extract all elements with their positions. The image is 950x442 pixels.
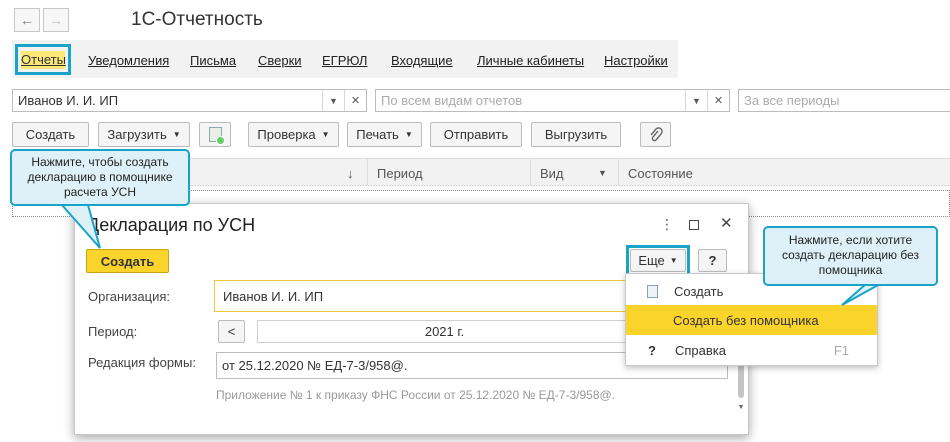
callout-create-hint: Нажмите, чтобы создать декларацию в помо… xyxy=(10,149,190,206)
callout-create-hint-text: Нажмите, чтобы создать декларацию в помо… xyxy=(27,155,173,199)
callout-no-wizard-hint: Нажмите, если хотите создать декларацию … xyxy=(763,226,938,286)
callout-right-pointer xyxy=(841,283,881,306)
callout-pointers xyxy=(59,204,881,306)
callout-left-pointer xyxy=(59,204,101,249)
callout-no-wizard-hint-text: Нажмите, если хотите создать декларацию … xyxy=(781,233,920,277)
